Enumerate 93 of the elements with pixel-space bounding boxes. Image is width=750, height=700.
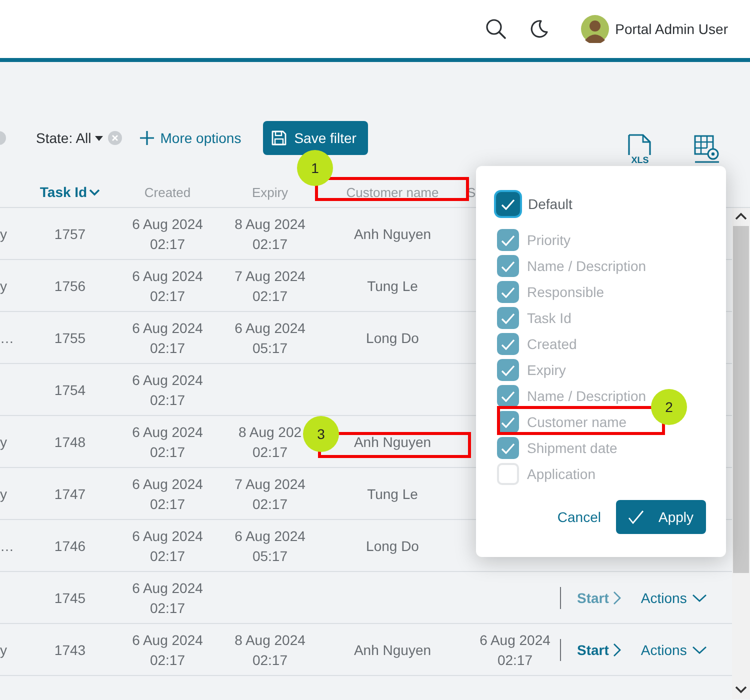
check-icon: [501, 286, 515, 298]
created-cell-text: 6 Aug 2024 02:17: [131, 474, 204, 514]
table-settings-icon[interactable]: [694, 135, 720, 163]
task-id-cell-text: 1748: [54, 432, 86, 452]
table-cell-text: y: [0, 224, 7, 244]
customer-name-cell-text: Tung Le: [367, 484, 418, 504]
checkbox-label: Expiry: [527, 360, 566, 380]
chevron-down-icon: [89, 189, 100, 196]
scroll-down-icon[interactable]: [735, 686, 747, 694]
checkbox-label: Name / Description: [527, 386, 646, 406]
customer-name-cell-text: Anh Nguyen: [354, 640, 432, 660]
customer-name-cell-text: Long Do: [366, 536, 419, 556]
clear-icon[interactable]: [108, 131, 122, 145]
check-icon: [501, 234, 515, 246]
created-cell-text: 6 Aug 2024 02:17: [131, 370, 204, 410]
task-id-cell-text: 1757: [54, 224, 86, 244]
task-id-cell-text: 1746: [54, 536, 86, 556]
expiry-cell-text: 6 Aug 2024 05:17: [234, 526, 306, 566]
cancel-button[interactable]: Cancel: [557, 506, 601, 528]
created-cell-text: 6 Aug 2024 02:17: [131, 318, 204, 358]
chevron-right-icon: [612, 642, 621, 656]
plus-icon: [140, 131, 154, 145]
table-cell-text: y: [0, 640, 7, 660]
task-id-cell-text: 1745: [54, 588, 86, 608]
column-header[interactable]: Task Id: [40, 182, 100, 203]
checkbox[interactable]: [496, 192, 520, 216]
actions-dropdown[interactable]: Actions: [640, 640, 707, 660]
table-cell-text: …: [0, 536, 14, 556]
check-icon: [501, 390, 515, 402]
checkbox-label: Default: [528, 194, 572, 214]
caret-icon[interactable]: [95, 136, 104, 140]
customer-name-cell-text: Anh Nguyen: [354, 224, 432, 244]
state-filter[interactable]: State: All: [36, 128, 92, 148]
table-cell-text: y: [0, 432, 7, 452]
customer-name-cell-text: Anh Nguyen: [354, 432, 432, 452]
more-options-link[interactable]: More options: [140, 128, 242, 148]
scroll-up-icon[interactable]: [735, 212, 747, 220]
callout-number: 1: [297, 150, 333, 186]
expiry-cell-text: 8 Aug 202 02:17: [237, 422, 303, 462]
created-cell-text: 6 Aug 2024 02:17: [131, 422, 204, 462]
task-id-cell-text: 1747: [54, 484, 86, 504]
checkbox-label: Application: [527, 464, 596, 484]
check-icon: [501, 364, 515, 376]
checkbox-label: Created: [527, 334, 577, 354]
checkbox-label: Responsible: [527, 282, 604, 302]
checkbox-label: Name / Description: [527, 256, 646, 276]
actions-dropdown[interactable]: Actions: [640, 588, 707, 608]
checkbox-label: Shipment date: [527, 438, 618, 458]
chevron-right-icon: [612, 590, 621, 604]
column-header[interactable]: Customer name: [346, 182, 439, 202]
avatar-icon[interactable]: [581, 15, 610, 43]
created-cell-text: 6 Aug 2024 02:17: [131, 630, 204, 670]
expiry-cell-text: 7 Aug 2024 02:17: [234, 266, 306, 306]
created-cell-text: 6 Aug 2024 02:17: [131, 214, 204, 254]
save-filter-button[interactable]: Save filter: [263, 121, 368, 155]
checkbox-label: Task Id: [527, 308, 572, 328]
column-header[interactable]: Created: [144, 182, 191, 202]
check-icon: [501, 312, 515, 324]
check-icon: [628, 510, 644, 524]
expiry-cell-text: 7 Aug 2024 02:17: [234, 474, 306, 514]
customer-name-cell-text: Tung Le: [367, 276, 418, 296]
column-header[interactable]: Expiry: [252, 182, 288, 202]
shipment-date-cell-text: 6 Aug 2024 02:17: [478, 630, 552, 670]
chevron-down-icon: [692, 646, 707, 654]
table-cell-text: y: [0, 484, 7, 504]
customer-name-cell-text: Long Do: [366, 328, 419, 348]
task-id-cell-text: 1754: [54, 380, 86, 400]
apply-button[interactable]: Apply: [616, 500, 706, 534]
created-cell-text: 6 Aug 2024 02:17: [131, 266, 204, 306]
expiry-cell-text: 8 Aug 2024 02:17: [234, 214, 306, 254]
chevron-down-icon: [692, 594, 707, 602]
check-icon: [501, 442, 515, 454]
task-id-cell-text: 1743: [54, 640, 86, 660]
check-icon: [501, 260, 515, 272]
callout-number: 3: [303, 416, 339, 452]
start-button[interactable]: Start: [577, 640, 621, 660]
search-icon[interactable]: [485, 18, 508, 40]
task-id-cell-text: 1755: [54, 328, 86, 348]
table-cell-text: y: [0, 276, 7, 296]
check-icon: [501, 338, 515, 350]
check-icon: [501, 198, 515, 210]
checkbox-label: Customer name: [527, 412, 627, 432]
created-cell-text: 6 Aug 2024 02:17: [131, 526, 204, 566]
scrollbar[interactable]: [732, 208, 750, 699]
moon-icon[interactable]: [529, 19, 550, 39]
expiry-cell-text: 8 Aug 2024 02:17: [234, 630, 306, 670]
task-id-cell-text: 1756: [54, 276, 86, 296]
user-name[interactable]: Portal Admin User: [615, 18, 728, 40]
checkbox-label: Priority: [527, 230, 571, 250]
created-cell-text: 6 Aug 2024 02:17: [131, 578, 204, 618]
check-icon: [501, 416, 515, 428]
table-cell-text: …: [0, 328, 14, 348]
expiry-cell-text: 6 Aug 2024 05:17: [234, 318, 306, 358]
